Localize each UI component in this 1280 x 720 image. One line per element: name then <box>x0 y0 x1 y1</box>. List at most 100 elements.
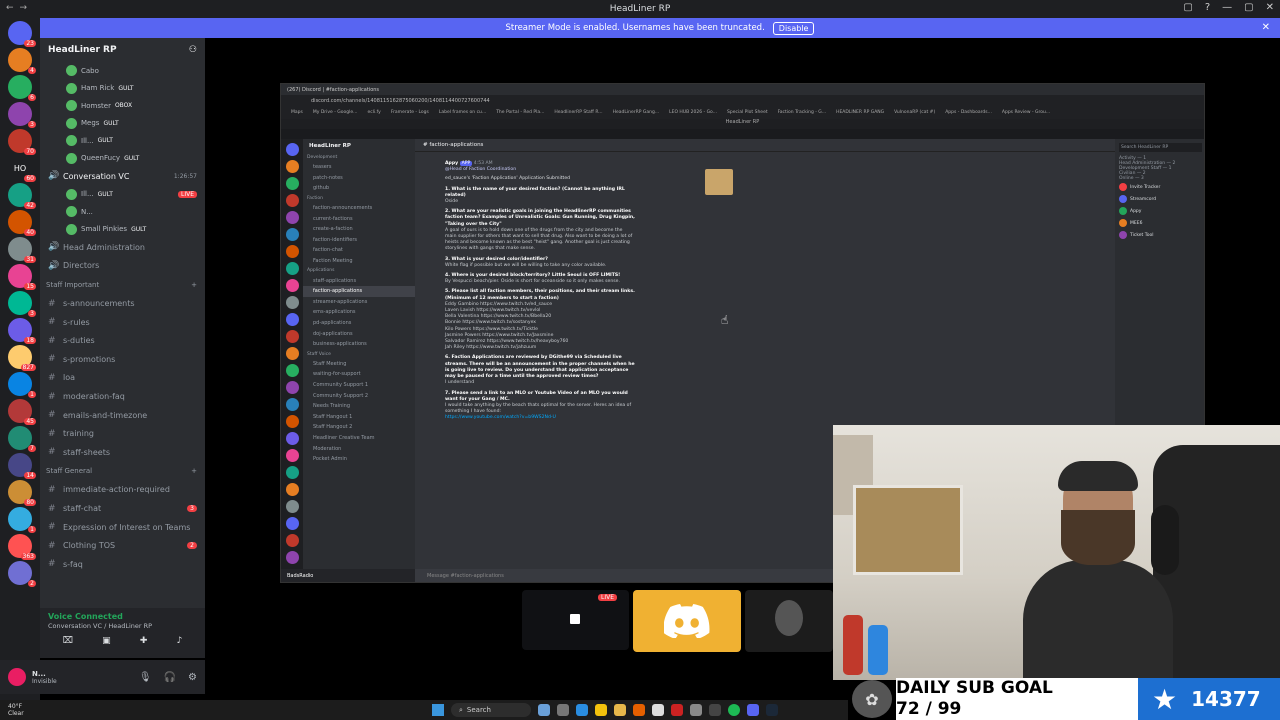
adobe-icon[interactable] <box>671 704 683 716</box>
bookmark[interactable]: ecli.fy <box>367 110 380 115</box>
inner-server-icon[interactable] <box>285 296 299 309</box>
youtube-link[interactable]: https://www.youtube.com/watch?v=b9WS2Nd-… <box>445 415 635 421</box>
inner-server-icon[interactable] <box>285 551 299 564</box>
server-icon[interactable]: 80 <box>8 480 36 506</box>
server-icon[interactable]: 1 <box>8 372 36 398</box>
inner-channel-item[interactable]: teasers <box>303 162 415 173</box>
member-item[interactable]: Invite Tracker <box>1119 181 1202 193</box>
inner-channel-item[interactable]: Moderation <box>303 443 415 454</box>
weather-widget[interactable]: 40°F Clear <box>0 703 24 717</box>
inbox-icon[interactable]: ▢ <box>1183 2 1192 13</box>
channel-item[interactable]: # s-duties <box>40 331 205 350</box>
bookmark[interactable]: LEO HUB 2026 - Go... <box>669 110 717 115</box>
close-icon[interactable]: ✕ <box>1262 22 1270 33</box>
back-icon[interactable]: ← <box>6 3 14 13</box>
help-icon[interactable]: ? <box>1205 2 1210 13</box>
inner-channel-item[interactable]: Staff Meeting <box>303 359 415 370</box>
edge-icon[interactable] <box>576 704 588 716</box>
xbox-icon[interactable] <box>709 704 721 716</box>
server-icon[interactable]: 70 <box>8 129 36 155</box>
server-icon[interactable]: 15 <box>8 264 36 290</box>
inner-server-icon[interactable] <box>285 364 299 377</box>
server-icon[interactable]: 4 <box>8 48 36 74</box>
inner-server-icon[interactable] <box>285 483 299 496</box>
task-view-icon[interactable] <box>557 704 569 716</box>
voice-user[interactable]: Ill... GULT LIVE <box>40 186 205 204</box>
inner-search[interactable]: Search HeadLiner RP <box>1119 143 1202 152</box>
inner-server-icon[interactable] <box>285 228 299 241</box>
inner-channel-item[interactable]: Headliner Creative Team <box>303 433 415 444</box>
voice-user[interactable]: Megs GULT <box>40 115 205 133</box>
inner-channel-item[interactable]: Pocket Admin <box>303 454 415 465</box>
channel-directors[interactable]: 🔊 Directors <box>40 257 205 276</box>
inner-server-icon[interactable] <box>285 245 299 258</box>
spotify-icon[interactable] <box>728 704 740 716</box>
bookmark[interactable]: Framerate - Logs <box>391 110 429 115</box>
headphones-icon[interactable]: 🎧 <box>164 672 176 683</box>
activities-icon[interactable]: ✚ <box>140 636 148 646</box>
channel-item[interactable]: # training <box>40 424 205 443</box>
channel-item[interactable]: # s-promotions <box>40 350 205 369</box>
firefox-icon[interactable] <box>633 704 645 716</box>
voice-user[interactable]: Cabo <box>40 62 205 80</box>
close-window-button[interactable]: ✕ <box>1266 2 1274 13</box>
channel-item[interactable]: # loa <box>40 369 205 388</box>
inner-channel-item[interactable]: pd-applications <box>303 318 415 329</box>
server-icon[interactable]: 40 <box>8 210 36 236</box>
add-friend-icon[interactable]: ⚇ <box>189 45 197 55</box>
inner-server-name[interactable]: HeadLiner RP <box>303 139 415 153</box>
inner-server-icon[interactable] <box>285 262 299 275</box>
server-icon[interactable]: 42 <box>8 183 36 209</box>
inner-server-icon[interactable] <box>285 432 299 445</box>
channel-item[interactable]: # Clothing TOS 2 <box>40 536 205 555</box>
category-staff-important[interactable]: Staff Important + <box>40 275 205 294</box>
channel-item[interactable]: # staff-sheets <box>40 443 205 462</box>
voice-user[interactable]: N... <box>40 203 205 221</box>
disable-streamer-button[interactable]: Disable <box>772 21 815 35</box>
inner-channel-item[interactable]: Staff Hangout 1 <box>303 411 415 422</box>
inner-channel-item[interactable]: Community Support 2 <box>303 390 415 401</box>
member-item[interactable]: Streamcord <box>1119 193 1202 205</box>
inner-category[interactable]: Development <box>303 153 415 162</box>
inner-channel-item[interactable]: Community Support 1 <box>303 380 415 391</box>
inner-channel-item[interactable]: create-a-faction <box>303 224 415 235</box>
bookmark[interactable]: Faction Tracking - G... <box>778 110 826 115</box>
voice-user[interactable]: Small Pinkies GULT <box>40 221 205 239</box>
taskbar-search[interactable]: ⌕ Search <box>451 703 531 717</box>
server-icon[interactable]: 45 <box>8 399 36 425</box>
category-staff-general[interactable]: Staff General + <box>40 462 205 481</box>
server-icon[interactable]: 6 <box>8 75 36 101</box>
server-icon[interactable]: 827 <box>8 345 36 371</box>
bookmark[interactable]: My Drive - Google... <box>313 110 358 115</box>
inner-server-icon[interactable] <box>285 143 299 156</box>
inner-server-icon[interactable] <box>285 177 299 190</box>
voice-connected-subtitle[interactable]: Conversation VC / HeadLiner RP <box>48 622 197 630</box>
inner-channel-item[interactable]: doj-applications <box>303 328 415 339</box>
inner-server-icon[interactable] <box>285 194 299 207</box>
minimize-button[interactable]: — <box>1222 2 1232 13</box>
message-author[interactable]: Appy <box>445 161 458 166</box>
voice-user[interactable]: Ill... GULT <box>40 132 205 150</box>
channel-item[interactable]: # s-rules <box>40 313 205 332</box>
inner-channel-item[interactable]: business-applications <box>303 339 415 350</box>
bookmark[interactable]: HeadLinerRP Gang... <box>613 110 660 115</box>
channel-item[interactable]: # immediate-action-required <box>40 481 205 500</box>
inner-channel-item[interactable]: github <box>303 183 415 194</box>
settings-icon[interactable]: ⚙ <box>188 672 197 683</box>
plus-icon[interactable]: + <box>191 467 197 475</box>
stream-tile-screen[interactable]: LIVE <box>522 590 629 650</box>
inner-category[interactable]: Staff Voice <box>303 350 415 359</box>
server-icon[interactable]: 23 <box>8 21 36 47</box>
game-icon[interactable] <box>690 704 702 716</box>
inner-channel-item[interactable]: faction-announcements <box>303 203 415 214</box>
browser-address-bar[interactable]: discord.com/channels/1408115162875060200… <box>281 95 1204 106</box>
inner-channel-item[interactable]: waiting-for-support <box>303 369 415 380</box>
bookmark[interactable]: Apps Review - Grou... <box>1002 110 1050 115</box>
discord-taskbar-icon[interactable] <box>747 704 759 716</box>
bookmark[interactable]: The Portal - Red Pla... <box>496 110 544 115</box>
inner-server-icon[interactable] <box>285 415 299 428</box>
forward-icon[interactable]: → <box>20 3 28 13</box>
steam-icon[interactable] <box>766 704 778 716</box>
channel-head-administration[interactable]: 🔊 Head Administration <box>40 238 205 257</box>
plus-icon[interactable]: + <box>191 281 197 289</box>
